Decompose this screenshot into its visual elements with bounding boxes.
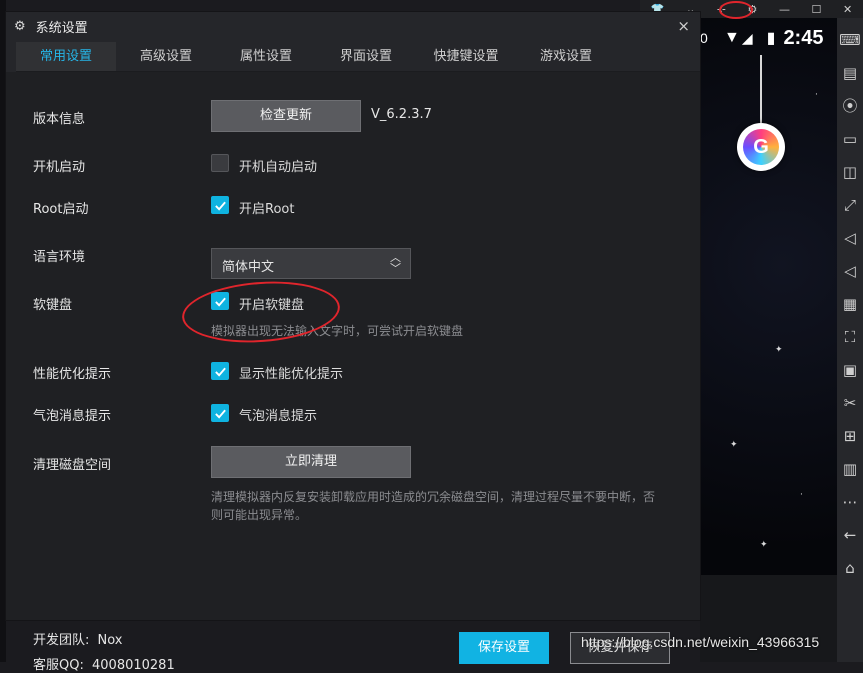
check-icon <box>214 409 226 419</box>
support-qq-label: 客服QQ: <box>33 658 84 673</box>
screen-icon[interactable]: ▭ <box>837 127 863 151</box>
perf-hint-checkbox-label: 显示性能优化提示 <box>239 367 344 382</box>
emulator-side-toolbar: ⌨ ▤ ⦿ ▭ ◫ ⤢ ◁ ◁ ▦ ⛶ ▣ ✂ ⊞ ▥ ⋯ ← ⌂ <box>837 18 863 662</box>
tab-games[interactable]: 游戏设置 <box>516 42 616 71</box>
signal-icon: ◢ <box>741 29 753 46</box>
fullscreen-icon[interactable]: ⤢ <box>837 193 863 217</box>
pin-icon[interactable]: ⊹ <box>717 3 726 16</box>
status-fragment: 0 <box>700 30 708 46</box>
shake-icon[interactable]: ▥ <box>837 457 863 481</box>
toolbox-icon[interactable]: ▦ <box>837 292 863 316</box>
soft-keyboard-hint: 模拟器出现无法输入文字时，可尝试开启软键盘 <box>211 324 464 338</box>
back-icon[interactable]: ← <box>837 523 863 547</box>
check-icon <box>214 367 226 377</box>
star-decoration: ✦ <box>760 540 768 550</box>
bubble-hint-checkbox-label: 气泡消息提示 <box>239 409 318 424</box>
tab-general[interactable]: 常用设置 <box>16 42 116 71</box>
check-icon <box>214 201 226 211</box>
minimize-icon[interactable]: — <box>779 3 790 16</box>
root-checkbox[interactable] <box>211 196 229 214</box>
autostart-checkbox[interactable] <box>211 154 229 172</box>
tab-shortcuts[interactable]: 快捷键设置 <box>416 42 516 71</box>
battery-icon: ▮ <box>766 30 776 47</box>
scissors-icon[interactable]: ✂ <box>837 391 863 415</box>
location-icon[interactable]: ⦿ <box>837 94 863 118</box>
version-label: 版本信息 <box>33 112 86 127</box>
autostart-checkbox-label: 开机自动启动 <box>239 160 318 175</box>
settings-gear-icon[interactable]: ⚙ <box>748 3 758 16</box>
soft-keyboard-checkbox-label: 开启软键盘 <box>239 298 305 313</box>
watermark-text: https://blog.csdn.net/weixin_43966315 <box>581 634 820 650</box>
disk-clean-hint-line2: 则可能出现异常。 <box>211 508 308 522</box>
support-qq-value: 4008010281 <box>92 658 175 673</box>
clean-now-button[interactable]: 立即清理 <box>211 446 411 478</box>
badge-line <box>760 55 762 123</box>
language-label: 语言环境 <box>33 250 86 265</box>
tab-advanced[interactable]: 高级设置 <box>116 42 216 71</box>
emulator-screen[interactable]: ✦ ✦ ✦ · ✦ · <box>700 0 837 662</box>
dialog-close-button[interactable]: × <box>677 17 690 35</box>
check-update-button[interactable]: 检查更新 <box>211 100 361 132</box>
version-value: V_6.2.3.7 <box>371 107 432 122</box>
tab-properties[interactable]: 属性设置 <box>216 42 316 71</box>
dialog-title: 系统设置 <box>35 20 88 36</box>
settings-tabs: 常用设置 高级设置 属性设置 界面设置 快捷键设置 游戏设置 <box>16 42 700 72</box>
app-badge[interactable]: G <box>737 123 785 171</box>
screenshot-icon[interactable]: ⛶ <box>837 325 863 349</box>
clock: 2:45 <box>783 26 824 49</box>
apk-install-icon[interactable]: ▣ <box>837 358 863 382</box>
android-status-bar: 0 ▼ ◢ ▮ 2:45 <box>700 18 837 58</box>
star-decoration: · <box>800 490 803 500</box>
check-icon <box>214 297 226 307</box>
dev-team-label: 开发团队: <box>33 633 90 648</box>
disk-clean-label: 清理磁盘空间 <box>33 458 112 473</box>
star-decoration: ✦ <box>730 440 738 450</box>
dev-team-value: Nox <box>97 633 123 648</box>
badge-letter: G <box>753 135 769 158</box>
bubble-hint-label: 气泡消息提示 <box>33 409 112 424</box>
bubble-hint-checkbox[interactable] <box>211 404 229 422</box>
root-label: Root启动 <box>33 202 89 217</box>
chevron-up-down-icon: ︿ ﹀ <box>390 251 401 275</box>
g-logo-icon: G <box>743 129 779 165</box>
soft-keyboard-checkbox[interactable] <box>211 292 229 310</box>
settings-content: 版本信息 检查更新 V_6.2.3.7 开机启动 开机自动启动 Root启动 开… <box>6 72 700 620</box>
perf-hint-label: 性能优化提示 <box>33 367 112 382</box>
support-qq-line: 客服QQ: 4008010281 <box>33 654 175 673</box>
wifi-icon: ▼ <box>724 29 740 46</box>
more-icon[interactable]: ⋯ <box>837 490 863 514</box>
dev-team-line: 开发团队: Nox <box>33 629 123 648</box>
share-icon[interactable]: ⊞ <box>837 424 863 448</box>
star-decoration: · <box>815 90 818 100</box>
language-select-value: 简体中文 <box>222 260 275 275</box>
apk-icon[interactable]: ▤ <box>837 61 863 85</box>
volume-down-icon[interactable]: ◁ <box>837 226 863 250</box>
disk-clean-hint-line1: 清理模拟器内反复安装卸载应用时造成的冗余磁盘空间，清理过程尽量不要中断，否 <box>211 490 656 504</box>
keyboard-icon[interactable]: ⌨ <box>837 28 863 52</box>
root-checkbox-label: 开启Root <box>239 202 295 217</box>
language-select[interactable]: 简体中文 ︿ ﹀ <box>211 248 411 279</box>
perf-hint-checkbox[interactable] <box>211 362 229 380</box>
multi-instance-icon[interactable]: ◫ <box>837 160 863 184</box>
soft-keyboard-label: 软键盘 <box>33 298 73 313</box>
settings-dialog: ⚙ 系统设置 × 常用设置 高级设置 属性设置 界面设置 快捷键设置 游戏设置 … <box>6 12 700 620</box>
volume-up-icon[interactable]: ◁ <box>837 259 863 283</box>
autostart-label: 开机启动 <box>33 160 86 175</box>
home-icon[interactable]: ⌂ <box>837 556 863 580</box>
dialog-title-bar: ⚙ 系统设置 × <box>6 12 700 40</box>
gear-icon: ⚙ <box>14 18 26 34</box>
maximize-icon[interactable]: ☐ <box>812 3 822 16</box>
save-settings-button[interactable]: 保存设置 <box>459 632 549 664</box>
star-decoration: ✦ <box>775 345 783 355</box>
close-icon[interactable]: ✕ <box>843 3 852 16</box>
tab-interface[interactable]: 界面设置 <box>316 42 416 71</box>
